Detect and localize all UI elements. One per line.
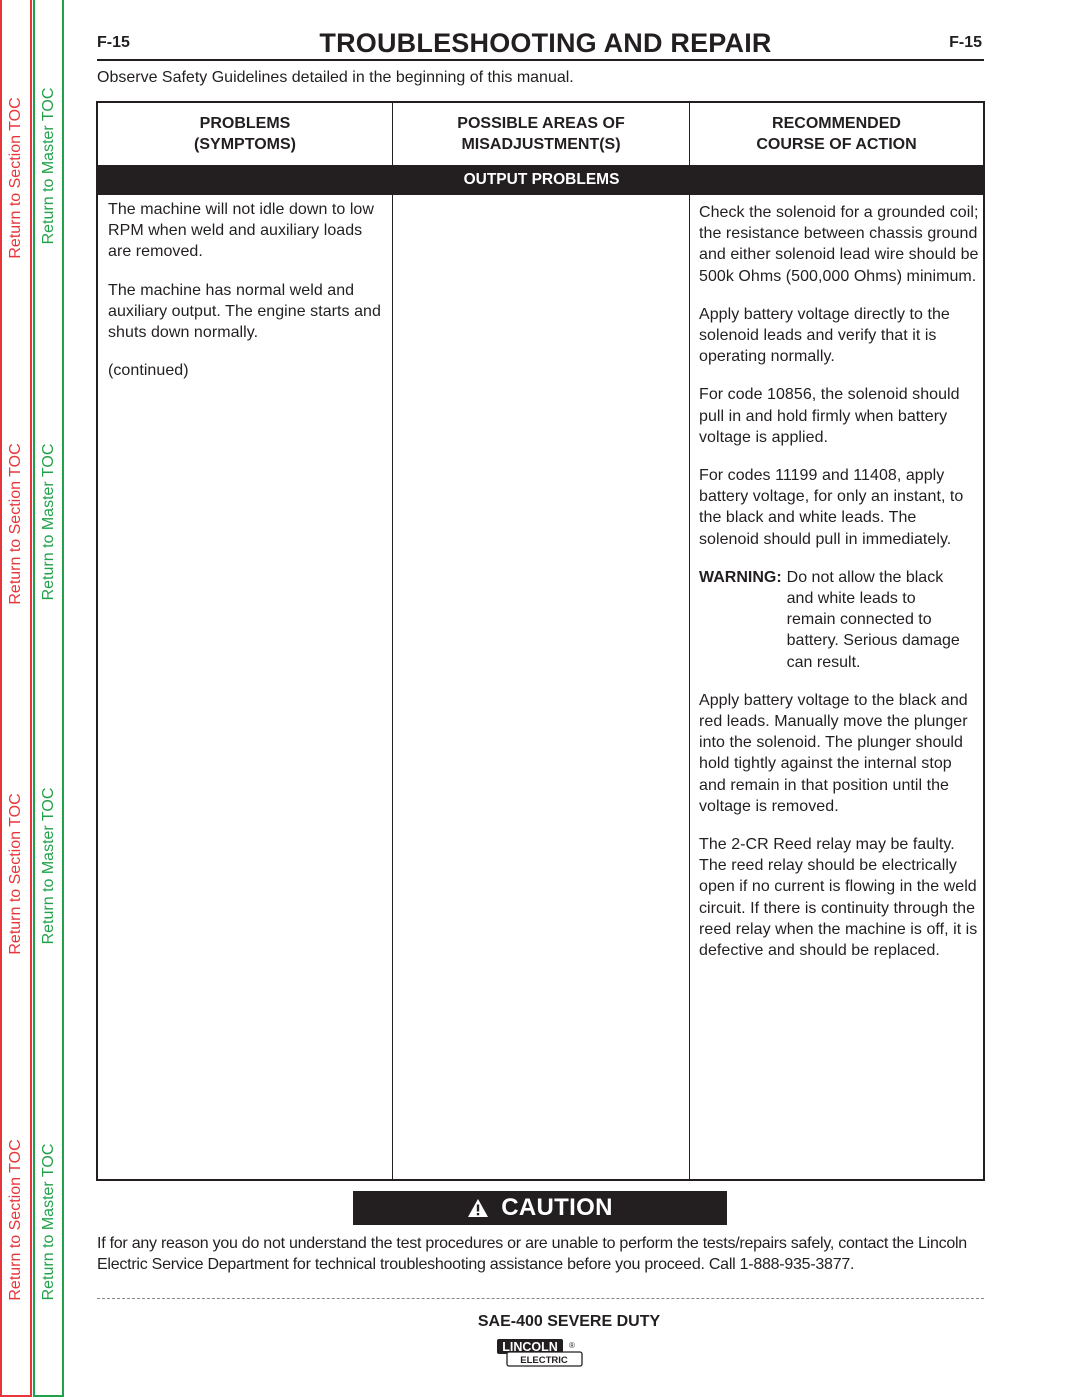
table-header: PROBLEMS (SYMPTOMS) POSSIBLE AREAS OF MI… [98,103,983,165]
action-text: For codes 11199 and 11408, apply battery… [699,467,964,548]
problems-cell: The machine will not idle down to low RP… [98,195,393,1179]
column-header-misadjustments: POSSIBLE AREAS OF MISADJUSTMENT(S) [393,103,690,165]
course-of-action-cell: Check the solenoid for a grounded coil; … [690,195,983,1179]
logo-bottom-text: ELECTRIC [520,1355,568,1366]
return-to-section-toc-link[interactable]: Return to Section TOC [7,443,25,604]
caution-banner: CAUTION [353,1191,727,1225]
registered-mark: ® [569,1341,575,1350]
safety-note: Observe Safety Guidelines detailed in th… [97,69,574,86]
warning-label: WARNING: [699,568,782,586]
return-to-master-toc-link[interactable]: Return to Master TOC [40,444,58,601]
action-text: For code 10856, the solenoid should pull… [699,386,960,446]
warning-text: Do not allow the black and white leads t… [786,568,960,671]
action-text: Check the solenoid for a grounded coil; … [699,204,979,285]
problem-text: The machine has normal weld and auxiliar… [108,281,381,342]
action-text: Apply battery voltage directly to the so… [699,305,950,366]
caution-text: If for any reason you do not understand … [97,1235,967,1274]
lincoln-electric-logo: LINCOLN ® ELECTRIC [497,1339,583,1367]
return-to-master-toc-link[interactable]: Return to Master TOC [40,1144,58,1301]
master-toc-sidebar: Return to Master TOC Return to Master TO… [33,0,64,1397]
return-to-master-toc-link[interactable]: Return to Master TOC [40,788,58,945]
section-toc-sidebar: Return to Section TOC Return to Section … [0,0,32,1397]
return-to-master-toc-link[interactable]: Return to Master TOC [40,88,58,245]
model-name: SAE-400 SEVERE DUTY [477,1313,661,1330]
troubleshooting-table: PROBLEMS (SYMPTOMS) POSSIBLE AREAS OF MI… [96,101,985,1181]
column-header-problems: PROBLEMS (SYMPTOMS) [98,103,393,165]
column-header-course-of-action: RECOMMENDED COURSE OF ACTION [756,115,917,153]
warning-triangle-icon [468,1199,489,1217]
return-to-section-toc-link[interactable]: Return to Section TOC [7,97,25,258]
section-title: OUTPUT PROBLEMS [463,171,620,188]
action-text: The 2-CR Reed relay may be faulty. The r… [699,836,978,960]
action-text: Apply battery voltage to the black and r… [699,691,968,815]
problem-text: The machine will not idle down to low RP… [108,201,374,261]
footer-divider [97,1298,984,1299]
section-title-bar: OUTPUT PROBLEMS [98,165,983,195]
page-title: TROUBLESHOOTING AND REPAIR [319,28,772,58]
continued-note: (continued) [108,362,189,380]
misadjustments-cell [393,195,690,1179]
return-to-section-toc-link[interactable]: Return to Section TOC [7,793,25,954]
caution-label: CAUTION [501,1194,613,1221]
return-to-section-toc-link[interactable]: Return to Section TOC [7,1139,25,1300]
page-number-right: F-15 [949,34,982,51]
warning-note: WARNING: Do not allow the black and whit… [699,567,979,673]
page-header: F-15 TROUBLESHOOTING AND REPAIR F-15 [97,28,984,61]
